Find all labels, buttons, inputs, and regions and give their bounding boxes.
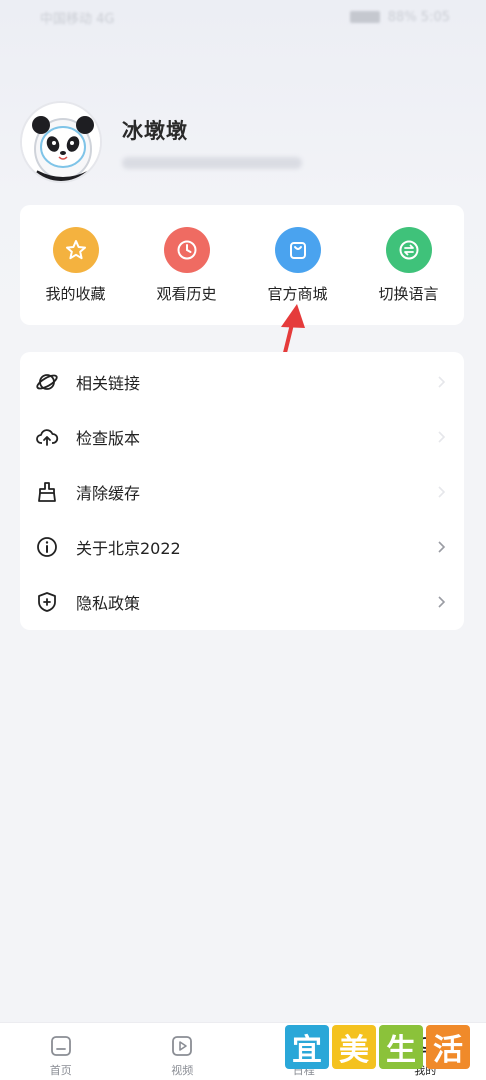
status-bar: 中国移动 4G 88% 5:05	[0, 0, 486, 34]
menu-item-clear-cache[interactable]: 清除缓存	[20, 464, 464, 519]
profile-header[interactable]: 冰墩墩	[20, 97, 466, 187]
menu-item-related-links[interactable]: 相关链接	[20, 354, 464, 409]
watermark-char: 活	[426, 1025, 470, 1069]
quick-actions-card: 我的收藏 观看历史 官方商城 切换语言	[20, 205, 464, 325]
tab-label: 视频	[171, 1064, 194, 1077]
switch-language-icon	[385, 227, 432, 273]
menu-item-privacy[interactable]: 隐私政策	[20, 574, 464, 629]
menu-item-label: 隐私政策	[76, 593, 141, 613]
username: 冰墩墩	[122, 119, 188, 143]
chevron-right-icon	[438, 485, 446, 498]
tab-video[interactable]: 视频	[137, 1033, 227, 1078]
user-subtitle-blurred	[122, 157, 302, 169]
panda-avatar-icon[interactable]	[20, 101, 102, 183]
info-icon	[34, 534, 60, 560]
watermark-char: 宜	[285, 1025, 329, 1069]
quick-action-history[interactable]: 观看历史	[137, 227, 237, 304]
quick-action-label: 切换语言	[378, 285, 439, 303]
profile-text: 冰墩墩	[122, 115, 302, 169]
home-icon	[50, 1036, 71, 1056]
clock-icon	[163, 227, 210, 273]
broom-icon	[34, 479, 60, 505]
chevron-right-icon	[438, 430, 446, 443]
watermark-char: 生	[379, 1025, 423, 1069]
star-icon	[52, 227, 99, 273]
menu-item-about[interactable]: 关于北京2022	[20, 519, 464, 574]
chevron-right-icon	[438, 595, 446, 608]
settings-menu-card: 相关链接 检查版本 清除缓存 关于北京2022 隐私政策	[20, 352, 464, 630]
menu-item-label: 相关链接	[76, 373, 141, 393]
cloud-upload-icon	[34, 424, 60, 450]
quick-action-favorites[interactable]: 我的收藏	[26, 227, 126, 304]
quick-action-label: 观看历史	[156, 285, 217, 303]
watermark-char: 美	[332, 1025, 376, 1069]
chevron-right-icon	[438, 540, 446, 553]
status-right: 88% 5:05	[349, 9, 450, 25]
shopping-bag-icon	[274, 227, 321, 273]
watermark-logo: 宜 美 生 活	[285, 1022, 475, 1072]
shield-plus-icon	[34, 589, 60, 615]
carrier-text: 中国移动 4G	[40, 11, 115, 27]
chevron-right-icon	[438, 375, 446, 388]
menu-item-label: 清除缓存	[76, 483, 141, 503]
menu-item-label: 关于北京2022	[76, 538, 181, 558]
play-icon	[172, 1036, 193, 1056]
planet-icon	[34, 369, 60, 395]
quick-action-language[interactable]: 切换语言	[359, 227, 459, 304]
tab-home[interactable]: 首页	[16, 1033, 106, 1078]
menu-item-label: 检查版本	[76, 428, 141, 448]
time-text: 88% 5:05	[387, 9, 450, 25]
battery-icon	[349, 11, 380, 23]
menu-item-check-version[interactable]: 检查版本	[20, 409, 464, 464]
quick-action-label: 我的收藏	[45, 285, 106, 303]
tab-label: 首页	[49, 1064, 72, 1077]
